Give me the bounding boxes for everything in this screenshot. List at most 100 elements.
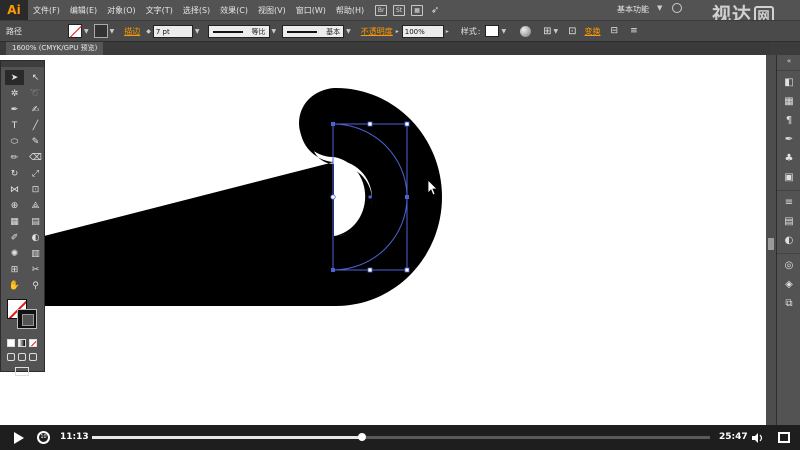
brush-definition[interactable]: 基本: [282, 24, 345, 38]
search-icon[interactable]: [672, 3, 682, 13]
draw-behind-icon[interactable]: [18, 353, 26, 361]
gpu-performance-icon[interactable]: ➶: [429, 5, 441, 16]
artboards-icon[interactable]: ⧉: [777, 294, 800, 313]
handle-top-right[interactable]: [404, 121, 410, 127]
stroke-swatch[interactable]: [93, 24, 108, 38]
progress-bar[interactable]: [92, 433, 710, 441]
handle-top-left[interactable]: [331, 122, 335, 126]
handle-bottom-right[interactable]: [404, 267, 410, 273]
eyedropper-tool-icon[interactable]: ✐: [5, 230, 24, 245]
align-icon[interactable]: ⊞: [543, 26, 551, 37]
chevron-down-icon[interactable]: ▼: [195, 28, 200, 35]
menu-type[interactable]: 文字(T): [141, 5, 178, 16]
menu-file[interactable]: 文件(F): [28, 5, 65, 16]
recolor-artwork-icon[interactable]: [520, 25, 532, 37]
slice-tool-icon[interactable]: ✂: [26, 262, 45, 277]
mesh-tool-icon[interactable]: ▦: [5, 214, 24, 229]
opacity-link[interactable]: 不透明度: [361, 26, 393, 37]
transparency-icon[interactable]: ◐: [777, 231, 800, 250]
collapse-arrows-icon[interactable]: «: [777, 55, 800, 67]
menu-help[interactable]: 帮助(H): [331, 5, 369, 16]
curvature-tool-icon[interactable]: ✍: [26, 102, 45, 117]
handle-bottom-left[interactable]: [331, 268, 335, 272]
symbol-sprayer-tool-icon[interactable]: ✺: [5, 246, 24, 261]
chevron-right-icon[interactable]: ▸: [446, 28, 449, 35]
type-tool-icon[interactable]: T: [5, 118, 24, 133]
symbols-icon[interactable]: ♣: [777, 149, 800, 168]
gradient-mode-icon[interactable]: [18, 339, 26, 347]
variable-width-profile[interactable]: 等比: [207, 24, 270, 38]
layers-icon[interactable]: ◈: [777, 275, 800, 294]
chevron-right-icon[interactable]: ▸: [396, 28, 399, 35]
panel-menu-icon[interactable]: ≡: [630, 26, 638, 36]
bridge-icon[interactable]: Br: [375, 4, 388, 16]
menu-window[interactable]: 窗口(W): [291, 5, 331, 16]
distribute-icon[interactable]: ⊡: [568, 26, 576, 37]
free-transform-tool-icon[interactable]: ⊡: [26, 182, 45, 197]
chevron-down-icon[interactable]: ▼: [272, 28, 277, 35]
shape-builder-tool-icon[interactable]: ⊕: [5, 198, 24, 213]
eraser-tool-icon[interactable]: ⌫: [26, 150, 45, 165]
stroke-panel-link[interactable]: 描边: [124, 26, 140, 37]
isolate-icon[interactable]: ⊟: [611, 26, 619, 36]
menu-effect[interactable]: 效果(C): [215, 5, 253, 16]
paintbrush-tool-icon[interactable]: ✎: [26, 134, 45, 149]
handle-bottom-mid[interactable]: [367, 267, 373, 273]
graphic-style-swatch[interactable]: [485, 25, 500, 37]
width-tool-icon[interactable]: ⋈: [5, 182, 24, 197]
gradient-icon[interactable]: ▤: [777, 212, 800, 231]
perspective-grid-tool-icon[interactable]: ⟁: [26, 198, 45, 213]
chevron-down-icon[interactable]: ▼: [84, 28, 89, 35]
menu-view[interactable]: 视图(V): [253, 5, 291, 16]
direct-selection-tool-icon[interactable]: ↖: [26, 70, 45, 85]
stroke-weight-input[interactable]: 7 pt: [152, 24, 193, 38]
arrange-documents-icon[interactable]: ▦: [411, 4, 424, 16]
chevron-down-icon[interactable]: ▼: [657, 4, 662, 12]
color-mode-icon[interactable]: [7, 339, 15, 347]
scrollbar-thumb[interactable]: [768, 238, 774, 250]
stroke-icon[interactable]: ≡: [777, 193, 800, 212]
column-graph-tool-icon[interactable]: ▥: [26, 246, 45, 261]
volume-icon[interactable]: [752, 433, 764, 443]
fullscreen-icon[interactable]: [778, 432, 790, 443]
artboard-tool-icon[interactable]: ⊞: [5, 262, 24, 277]
transform-link[interactable]: 变换: [585, 26, 601, 37]
progress-knob[interactable]: [358, 433, 367, 441]
lasso-tool-icon[interactable]: ➰: [26, 86, 45, 101]
menu-edit[interactable]: 编辑(E): [65, 5, 102, 16]
selection-tool-icon[interactable]: ➤: [5, 70, 24, 85]
workspace-switcher[interactable]: 基本功能: [617, 4, 649, 15]
gradient-tool-icon[interactable]: ▤: [26, 214, 45, 229]
opacity-input[interactable]: 100%: [401, 24, 444, 38]
play-icon[interactable]: [14, 432, 24, 444]
document-tab[interactable]: 1600% (CMYK/GPU 预览): [6, 42, 104, 55]
chevron-down-icon[interactable]: ▼: [501, 28, 506, 35]
magic-wand-tool-icon[interactable]: ✲: [5, 86, 24, 101]
blend-tool-icon[interactable]: ◐: [26, 230, 45, 245]
menu-object[interactable]: 对象(O): [102, 5, 141, 16]
stepper-icon[interactable]: ◆: [146, 28, 151, 35]
handle-mid-left[interactable]: [330, 194, 336, 200]
handle-top-mid[interactable]: [367, 121, 373, 127]
appearance-icon[interactable]: ◎: [777, 256, 800, 275]
vertical-scrollbar[interactable]: [766, 55, 776, 425]
menu-select[interactable]: 选择(S): [178, 5, 215, 16]
none-mode-icon[interactable]: [29, 339, 37, 347]
artboard-canvas[interactable]: [0, 55, 766, 425]
chevron-down-icon[interactable]: ▼: [554, 28, 559, 35]
draw-inside-icon[interactable]: [29, 353, 37, 361]
replay-10-icon[interactable]: 10: [37, 431, 50, 444]
stroke-color-box[interactable]: [17, 309, 37, 329]
stock-icon[interactable]: St: [393, 4, 406, 16]
fill-swatch[interactable]: [68, 24, 82, 38]
line-tool-icon[interactable]: ╱: [26, 118, 45, 133]
pencil-tool-icon[interactable]: ✏: [5, 150, 24, 165]
ellipse-tool-icon[interactable]: ⬭: [5, 134, 24, 149]
pen-tool-icon[interactable]: ✒: [5, 102, 24, 117]
screen-mode-icon[interactable]: [15, 367, 29, 376]
handle-mid-right[interactable]: [405, 195, 409, 199]
chevron-down-icon[interactable]: ▼: [110, 28, 115, 35]
rotate-tool-icon[interactable]: ↻: [5, 166, 24, 181]
scale-tool-icon[interactable]: ⤢: [26, 166, 45, 181]
color-guide-icon[interactable]: ▦: [777, 92, 800, 111]
